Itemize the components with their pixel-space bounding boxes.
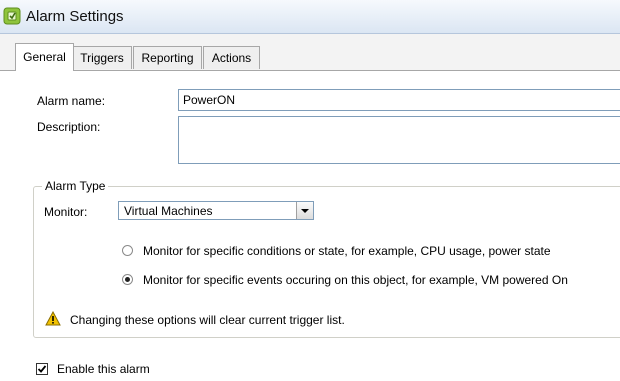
tab-strip: General Triggers Reporting Actions — [0, 34, 620, 72]
warning-text: Changing these options will clear curren… — [70, 313, 345, 327]
description-label: Description: — [37, 120, 101, 134]
monitor-events-label[interactable]: Monitor for specific events occuring on … — [143, 273, 568, 287]
chevron-down-icon — [301, 209, 309, 213]
alarm-name-field[interactable]: PowerON — [178, 89, 620, 111]
window-title: Alarm Settings — [26, 8, 124, 25]
tab-general[interactable]: General — [15, 43, 74, 71]
monitor-conditions-radio[interactable] — [122, 245, 133, 256]
monitor-conditions-label[interactable]: Monitor for specific conditions or state… — [143, 244, 551, 258]
monitor-label: Monitor: — [44, 205, 88, 219]
alarm-name-label: Alarm name: — [37, 94, 106, 108]
description-field[interactable] — [178, 116, 620, 164]
window-title-bar: Alarm Settings — [0, 0, 620, 34]
monitor-dropdown-button[interactable] — [296, 202, 313, 219]
monitor-select[interactable]: Virtual Machines — [118, 201, 314, 220]
alarm-type-title: Alarm Type — [42, 179, 109, 193]
radio-selected-dot — [125, 277, 130, 282]
enable-alarm-label[interactable]: Enable this alarm — [57, 362, 150, 376]
tab-reporting[interactable]: Reporting — [133, 46, 202, 69]
monitor-select-value: Virtual Machines — [124, 204, 213, 218]
checkmark-icon — [37, 365, 47, 373]
tab-triggers[interactable]: Triggers — [72, 46, 132, 69]
alarm-settings-icon — [3, 7, 21, 25]
enable-alarm-checkbox[interactable] — [36, 363, 48, 375]
tab-actions[interactable]: Actions — [203, 46, 260, 69]
monitor-events-radio[interactable] — [122, 274, 133, 285]
warning-icon — [45, 311, 61, 326]
